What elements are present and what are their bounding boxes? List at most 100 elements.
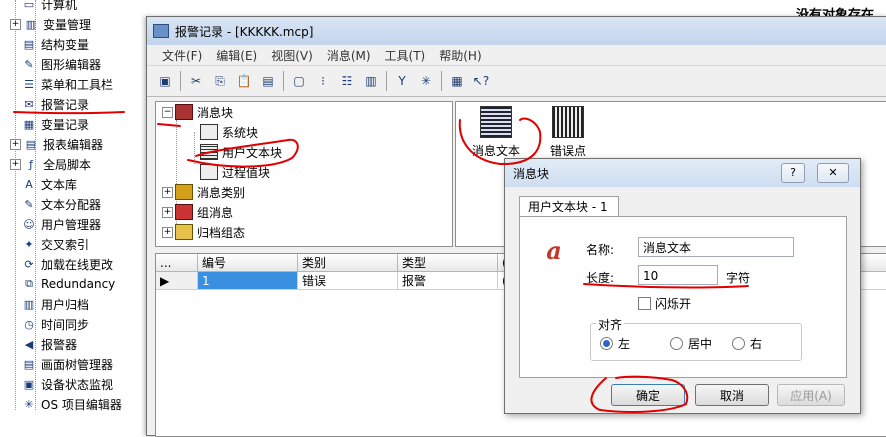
wizard-icon[interactable]: ✳ — [416, 71, 436, 91]
radio-selected-icon[interactable] — [600, 337, 613, 350]
paste-icon[interactable]: 📋 — [234, 71, 254, 91]
menu-message[interactable]: 消息(M) — [320, 47, 378, 64]
nav-item-label: 变量管理 — [43, 17, 92, 32]
small-icons-icon[interactable]: ⁝ — [313, 71, 333, 91]
filter-icon[interactable]: Y — [392, 71, 412, 91]
tree-item-user-text-blocks[interactable]: 用户文本块 — [200, 142, 282, 162]
help-button[interactable]: ? — [781, 163, 805, 183]
nav-item-os-project-editor[interactable]: ✳ OS 项目编辑器 — [10, 394, 122, 414]
save-icon[interactable]: ▣ — [155, 71, 175, 91]
expand-icon[interactable]: + — [162, 186, 173, 198]
nav-item-horn[interactable]: ◀ 报警器 — [10, 334, 77, 354]
nav-item-user-archive[interactable]: ▥ 用户归档 — [10, 294, 89, 314]
toolbar-separator — [180, 71, 181, 91]
nav-item-cross-reference[interactable]: ✦ 交叉索引 — [10, 234, 89, 254]
expand-icon[interactable]: + — [162, 226, 173, 238]
menu-edit[interactable]: 编辑(E) — [209, 47, 264, 64]
nav-item-global-script[interactable]: + ƒ 全局脚本 — [10, 154, 91, 174]
tree-item-system-blocks[interactable]: 系统块 — [200, 122, 258, 142]
details-icon[interactable]: ▥ — [361, 71, 381, 91]
icon-item-message-text[interactable]: 消息文本 — [466, 106, 526, 159]
user-archive-icon: ▥ — [23, 297, 35, 311]
apply-button[interactable]: 应用(A) — [777, 384, 845, 406]
nav-item-alarm-logging[interactable]: ✉ 报警记录 — [10, 94, 89, 114]
expand-icon[interactable]: + — [162, 206, 173, 218]
system-blocks-icon — [200, 124, 218, 140]
properties-icon[interactable]: ▦ — [447, 71, 467, 91]
nav-item-user-admin[interactable]: ☺ 用户管理器 — [10, 214, 101, 234]
align-left-label: 左 — [618, 337, 631, 351]
name-field[interactable]: 消息文本 — [638, 237, 794, 257]
align-center-radio[interactable]: 居中 — [670, 335, 712, 352]
nav-item-computer[interactable]: ▭ 计算机 — [10, 0, 77, 14]
tree-item-group-messages[interactable]: + 组消息 — [162, 202, 233, 222]
align-right-radio[interactable]: 右 — [732, 335, 762, 352]
flash-label: 闪烁开 — [655, 297, 692, 311]
column-header-class[interactable]: 类别 — [298, 254, 398, 272]
radio-icon[interactable] — [670, 337, 683, 350]
table-cell-number[interactable]: 1 — [198, 272, 298, 290]
menu-help[interactable]: 帮助(H) — [432, 47, 488, 64]
column-header-type[interactable]: 类型 — [398, 254, 498, 272]
group-messages-icon — [175, 204, 193, 220]
align-left-radio[interactable]: 左 — [600, 335, 630, 352]
menu-tools[interactable]: 工具(T) — [378, 47, 433, 64]
radio-icon[interactable] — [732, 337, 745, 350]
help-pointer-icon[interactable]: ↖? — [471, 71, 491, 91]
tree-item-process-value-blocks[interactable]: 过程值块 — [200, 162, 270, 182]
menu-view[interactable]: 视图(V) — [264, 47, 320, 64]
dialog-title-bar[interactable]: 消息块 ? ✕ — [505, 159, 860, 187]
nav-item-label: 结构变量 — [41, 37, 90, 52]
nav-item-time-sync[interactable]: ◷ 时间同步 — [10, 314, 89, 334]
alignment-group-label: 对齐 — [596, 316, 625, 333]
ok-button[interactable]: 确定 — [611, 384, 685, 406]
cancel-button[interactable]: 取消 — [695, 384, 769, 406]
nav-item-menus-toolbars[interactable]: ☰ 菜单和工具栏 — [10, 74, 113, 94]
length-unit: 字符 — [726, 271, 751, 285]
table-cell-class[interactable]: 错误 — [298, 272, 398, 290]
nav-item-label: 加载在线更改 — [41, 257, 114, 272]
column-header-number[interactable]: 编号 — [198, 254, 298, 272]
nav-item-picture-tree[interactable]: ▤ 画面树管理器 — [10, 354, 113, 374]
tab-user-text-block-1[interactable]: 用户文本块 - 1 — [519, 196, 619, 216]
print-icon[interactable]: ▤ — [258, 71, 278, 91]
nav-item-graphics-designer[interactable]: ✎ 图形编辑器 — [10, 54, 101, 74]
expand-icon[interactable]: + — [10, 158, 21, 170]
expand-icon[interactable]: + — [10, 138, 21, 150]
tree-item-message-blocks[interactable]: − 消息块 — [162, 102, 233, 122]
close-button[interactable]: ✕ — [817, 163, 849, 183]
list-icon[interactable]: ☷ — [337, 71, 357, 91]
expand-icon[interactable]: + — [10, 18, 21, 30]
flash-checkbox[interactable] — [638, 297, 651, 310]
nav-item-text-distributor[interactable]: ✎ 文本分配器 — [10, 194, 101, 214]
window-title-bar[interactable]: 报警记录 - [KKKKK.mcp] — [147, 17, 886, 45]
nav-item-tag-management[interactable]: + ▥ 变量管理 — [10, 14, 91, 34]
row-selector[interactable]: ▶ — [156, 272, 198, 290]
tree-item-message-classes[interactable]: + 消息类别 — [162, 182, 245, 202]
icon-item-error-point[interactable]: 错误点 — [538, 106, 598, 159]
large-icons-icon[interactable]: ▢ — [289, 71, 309, 91]
picture-tree-icon: ▤ — [23, 357, 35, 371]
column-header-selector[interactable]: ... — [156, 254, 198, 272]
nav-item-load-online-changes[interactable]: ⟳ 加载在线更改 — [10, 254, 113, 274]
cut-icon[interactable]: ✂ — [186, 71, 206, 91]
copy-icon[interactable]: ⎘ — [210, 71, 230, 91]
nav-item-redundancy[interactable]: ⧉ Redundancy — [10, 274, 115, 294]
dialog-title: 消息块 — [513, 166, 550, 181]
tag-management-icon: ▥ — [25, 17, 37, 31]
tree-item-archive-config[interactable]: + 归档组态 — [162, 222, 245, 242]
nav-item-report-designer[interactable]: + ▤ 报表编辑器 — [10, 134, 103, 154]
flash-checkbox-row[interactable]: 闪烁开 — [638, 295, 691, 312]
nav-item-text-library[interactable]: A 文本库 — [10, 174, 77, 194]
collapse-icon[interactable]: − — [162, 106, 173, 118]
nav-item-tag-logging[interactable]: ▦ 变量记录 — [10, 114, 89, 134]
length-field[interactable]: 10 — [638, 265, 718, 285]
menu-file[interactable]: 文件(F) — [155, 47, 209, 64]
nav-item-label: 报警记录 — [41, 97, 90, 112]
nav-item-lifebeat[interactable]: ▣ 设备状态监视 — [10, 374, 113, 394]
table-cell-type[interactable]: 报警 — [398, 272, 498, 290]
nav-item-structure-tag[interactable]: ▤ 结构变量 — [10, 34, 89, 54]
